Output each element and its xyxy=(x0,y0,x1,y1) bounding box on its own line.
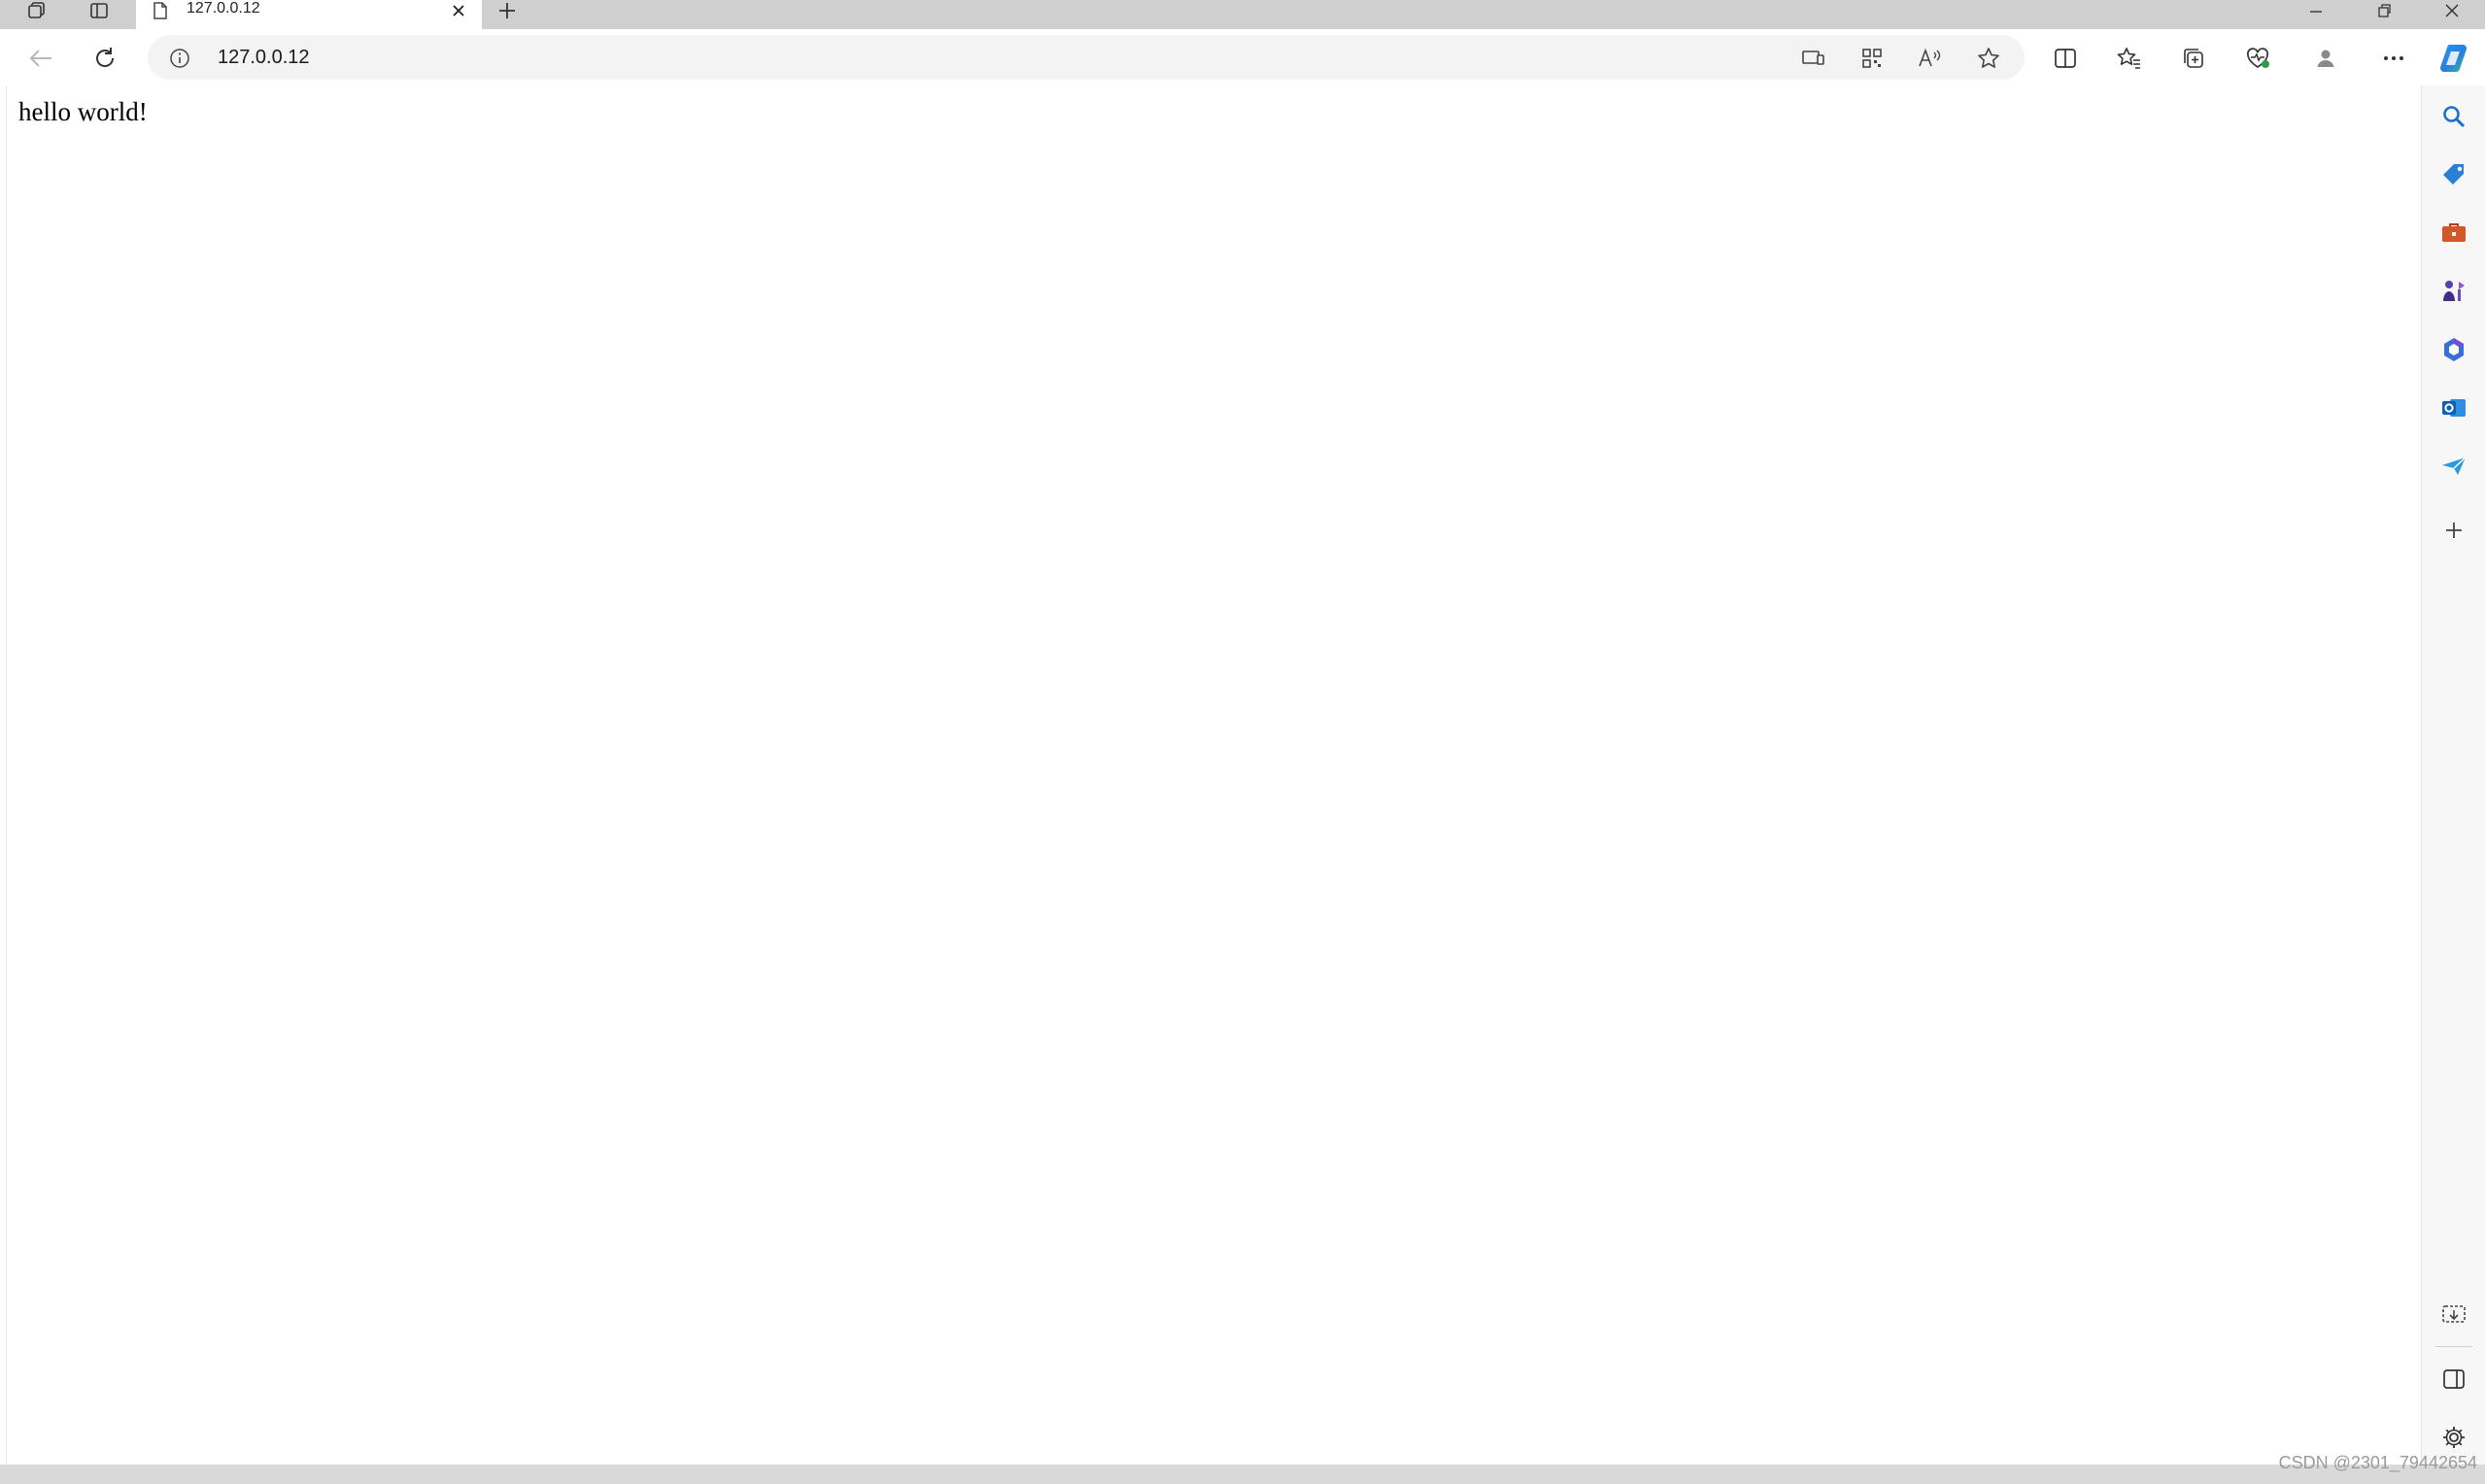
collections-icon[interactable] xyxy=(2172,43,2215,74)
shopping-tag-icon[interactable] xyxy=(2432,153,2476,196)
close-window-button[interactable] xyxy=(2423,0,2481,21)
tab-title: 127.0.0.12 xyxy=(187,0,260,17)
qr-code-icon[interactable] xyxy=(1854,44,1890,73)
new-tab-button[interactable] xyxy=(492,0,523,21)
back-button[interactable] xyxy=(19,43,62,74)
site-info-icon[interactable] xyxy=(167,46,192,71)
watermark-text: CSDN @2301_79442654 xyxy=(2278,1453,2477,1472)
restore-button[interactable] xyxy=(2355,0,2413,21)
drop-send-icon[interactable] xyxy=(2432,445,2476,488)
copilot-icon[interactable] xyxy=(2433,43,2475,74)
browser-toolbar: 127.0.0.12 xyxy=(0,29,2485,85)
vertical-tabs-icon[interactable] xyxy=(82,0,117,21)
page-icon xyxy=(150,0,171,21)
read-aloud-icon[interactable] xyxy=(1912,44,1949,73)
profile-avatar-icon[interactable] xyxy=(2304,43,2347,74)
workspaces-icon[interactable] xyxy=(19,0,54,21)
microsoft-365-icon[interactable] xyxy=(2432,328,2476,371)
add-icon[interactable] xyxy=(2432,509,2476,552)
body-text: hello world! xyxy=(18,97,148,126)
search-icon[interactable] xyxy=(2432,95,2476,138)
url-text[interactable]: 127.0.0.12 xyxy=(218,35,310,80)
hide-sidebar-icon[interactable] xyxy=(2432,1358,2476,1400)
browser-essentials-icon[interactable] xyxy=(2236,43,2279,74)
address-bar[interactable]: 127.0.0.12 xyxy=(148,35,2025,80)
more-options-icon[interactable] xyxy=(2372,43,2415,74)
minimize-button[interactable] xyxy=(2287,0,2345,21)
active-tab[interactable]: 127.0.0.12 xyxy=(136,0,482,29)
favorites-icon[interactable] xyxy=(2108,43,2151,74)
favorite-star-icon[interactable] xyxy=(1970,44,2007,73)
screenshot-icon[interactable] xyxy=(2432,1294,2476,1336)
taskbar-strip xyxy=(0,1465,2485,1484)
split-screen-icon[interactable] xyxy=(2044,43,2087,74)
close-tab-icon[interactable] xyxy=(445,0,472,21)
outlook-icon[interactable] xyxy=(2432,387,2476,429)
tools-briefcase-icon[interactable] xyxy=(2432,212,2476,254)
refresh-button[interactable] xyxy=(84,43,126,74)
edge-sidebar xyxy=(2421,85,2485,1465)
app-available-icon[interactable] xyxy=(1795,44,1832,73)
games-chess-icon[interactable] xyxy=(2432,270,2476,313)
title-bar: 127.0.0.12 xyxy=(0,0,2485,29)
page-content: hello world! xyxy=(6,85,2421,1465)
sidebar-divider xyxy=(2435,1346,2472,1347)
